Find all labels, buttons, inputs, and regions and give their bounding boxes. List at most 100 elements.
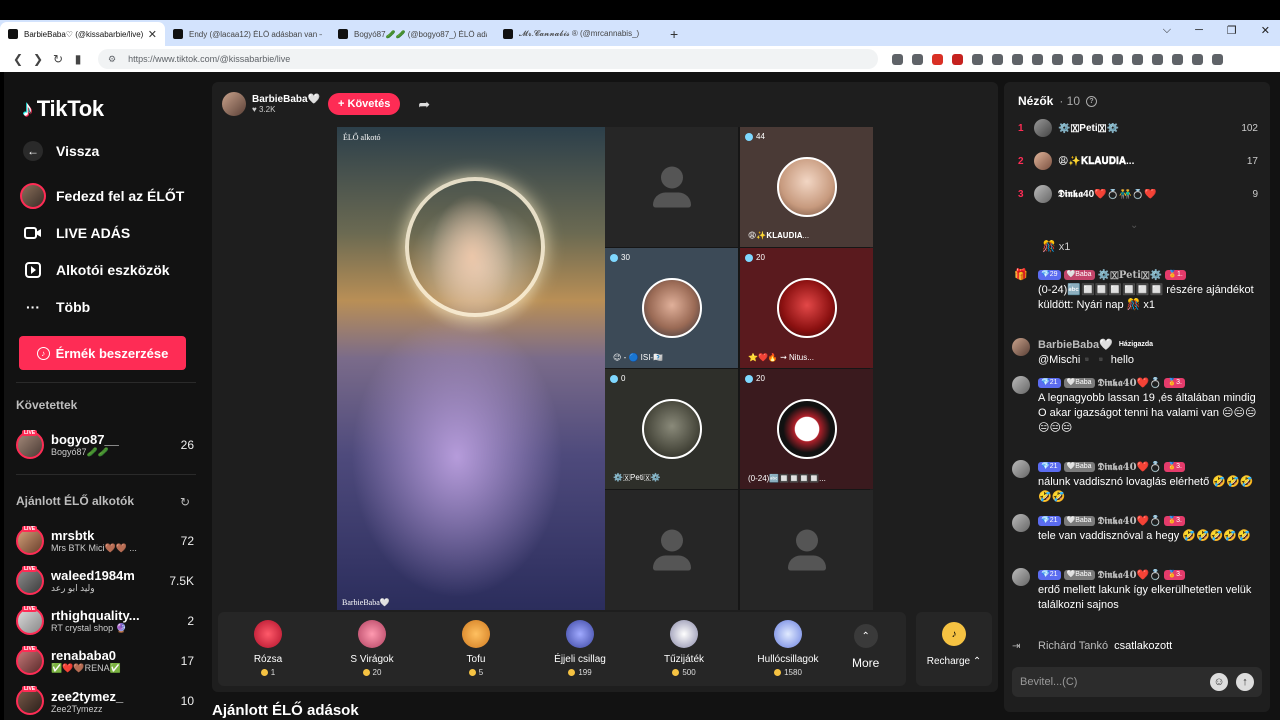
extension-icon[interactable] [1012,53,1023,65]
viewers-title: Nézők [1018,94,1054,108]
recommended-account[interactable]: LIVE waleed1984m وليد ابو رعد 7.5K [16,565,194,597]
extension-icon[interactable] [1172,53,1183,65]
top-viewer-row[interactable]: 2 😩✨𝐊𝐋𝐀𝐔𝐃𝐈𝐀... 17 [1018,151,1258,171]
gift-item[interactable]: Éjjeli csillag 199 [530,620,630,677]
recommended-account[interactable]: LIVE mrsbtk Mrs BTK Mici🤎🤎 ... 72 [16,525,194,557]
extension-icon[interactable] [932,53,943,65]
account-nickname: ✅❤️🤎RENA✅ [51,663,121,673]
gift-item[interactable]: Tofu 5 [426,620,526,677]
guest-score-badge: 20 [745,253,765,262]
extension-icon[interactable] [972,53,983,65]
gift-item[interactable]: Rózsa 1 [218,620,318,677]
refresh-icon[interactable]: ↻ [180,495,190,509]
chat-username[interactable]: 𝕯𝖎𝖓𝖐𝖆40❤️💍 [1098,378,1162,389]
browser-tab[interactable]: Endy (@lacaa12) ÉLŐ adásban van – [165,22,330,46]
back-button[interactable]: ← Vissza [20,138,99,164]
extension-icon[interactable] [1132,53,1143,65]
back-arrow-icon[interactable]: ❮ [8,52,28,66]
extension-icon[interactable] [1112,53,1123,65]
tab-close-icon[interactable]: ✕ [148,28,157,41]
chat-username[interactable]: ⚙️🇽Peti🇽⚙️ [1098,270,1163,281]
recharge-button[interactable]: ♪ Recharge ⌃ [916,612,992,686]
extension-icon[interactable] [1152,53,1163,65]
tiktok-coin-icon: ♪ [942,622,966,646]
guest-slot-empty[interactable] [605,490,738,610]
url-field[interactable]: ⚙ https://www.tiktok.com/@kissabarbie/li… [98,49,878,69]
help-icon[interactable]: ? [1086,95,1098,107]
tiktok-logo[interactable]: ♪ TikTok [22,96,104,122]
account-name: mrsbtk [51,528,95,543]
reload-icon[interactable]: ↻ [48,52,68,66]
chat-message[interactable]: 💎21 🤍Baba 𝕯𝖎𝖓𝖐𝖆40❤️💍 🏅3. nálunk vaddisznó l… [1012,460,1262,505]
nav-explore-live[interactable]: Fedezd fel az ÉLŐT [20,183,184,209]
bookmark-icon[interactable]: ▮ [68,52,88,66]
host-badge: Házigazda [1118,341,1154,349]
browser-tab[interactable]: Bogyó87🥒🥒 (@bogyo87_) ÉLŐ adá [330,22,495,46]
extension-icon[interactable] [992,53,1003,65]
extension-icon[interactable] [952,53,963,65]
guest-slot[interactable]: 20 ⭐❤️🔥 ⇝ Nitus... [740,248,873,368]
more-gifts-button[interactable]: ⌃ More [852,624,879,670]
site-info-icon[interactable]: ⚙ [108,54,116,65]
chat-message[interactable]: 💎21 🤍Baba 𝕯𝖎𝖓𝖐𝖆40❤️💍 🏅3. tele van vaddisznó… [1012,514,1262,544]
share-icon[interactable]: ➦ [418,96,430,113]
level-badge: 💎21 [1038,570,1061,581]
chat-username[interactable]: BarbieBaba🤍 [1038,339,1113,351]
get-coins-button[interactable]: ♪ Érmék beszerzése [19,336,186,370]
browser-menu-icon[interactable] [1212,53,1223,65]
chat-text: A legnagyobb lassan 19 ,és általában min… [1038,392,1257,434]
chat-username[interactable]: 𝕯𝖎𝖓𝖐𝖆40❤️💍 [1098,570,1162,581]
browser-tab-active[interactable]: BarbieBaba♡ (@kissabarbie/live) ✕ [0,22,165,46]
chat-message[interactable]: BarbieBaba🤍 Házigazda @Mischi▪️▪️ hello [1012,338,1262,368]
extension-icon[interactable] [1072,53,1083,65]
extension-icon[interactable] [1052,53,1063,65]
chat-message[interactable]: 💎21 🤍Baba 𝕯𝖎𝖓𝖐𝖆40❤️💍 🏅3. erdő mellett lakun… [1012,568,1262,613]
expand-chevron-icon[interactable]: ⌄ [1130,220,1138,231]
chat-username[interactable]: 𝕯𝖎𝖓𝖐𝖆40❤️💍 [1098,516,1162,527]
extension-icon[interactable] [1192,53,1203,65]
nav-creator-tools[interactable]: Alkotói eszközök [20,257,170,283]
guest-slot-empty[interactable] [740,490,873,610]
forward-arrow-icon[interactable]: ❯ [28,52,48,66]
top-viewer-row[interactable]: 3 𝕯𝖎𝖓𝖐𝖆40❤️💍👬💍❤️ 9 [1018,184,1258,204]
guest-slot[interactable]: 0 ⚙️🇽Peti🇽⚙️ [605,369,738,489]
extension-icon[interactable] [1032,53,1043,65]
host-avatar[interactable] [222,92,246,116]
chat-message[interactable]: 🎁 💎29 🤍Baba ⚙️🇽Peti🇽⚙️ 🏅1. (0-24)🔤🔲🔲🔲🔲🔲🔲 ré… [1012,268,1262,313]
chat-username[interactable]: 𝕯𝖎𝖓𝖐𝖆40❤️💍 [1098,462,1162,473]
chat-message[interactable]: 💎21 🤍Baba 𝕯𝖎𝖓𝖐𝖆40❤️💍 🏅3. A legnagyobb lassa… [1012,376,1262,436]
chat-input[interactable] [1020,676,1210,688]
gift-item[interactable]: S Virágok 20 [322,620,422,677]
minimize-icon[interactable]: ─ [1195,24,1203,37]
tab-search-icon[interactable]: ⌵ [1163,24,1171,37]
guest-slot[interactable]: 20 (0-24)🔤🔲🔲🔲🔲... [740,369,873,489]
top-viewer-row[interactable]: 1 ⚙️🇽Peti🇽⚙️ 102 [1018,118,1258,138]
browser-tab[interactable]: 𝓜𝓻.𝓒𝓪𝓷𝓷𝓪𝓫𝓲𝓼 ® (@mrcannabis_) [495,22,660,46]
emoji-icon[interactable]: ☺ [1210,673,1228,691]
recommended-account[interactable]: LIVE zee2tymez_ Zee2Tymezz 10 [16,685,194,717]
nav-live[interactable]: LIVE ADÁS [20,220,130,246]
extension-icon[interactable] [892,53,903,65]
follow-button[interactable]: + Követés [328,93,401,115]
gift-item[interactable]: Hullócsillagok 1580 [738,620,838,677]
account-name: waleed1984m [51,568,135,583]
account-nickname: Mrs BTK Mici🤎🤎 ... [51,543,137,553]
guest-slot-empty[interactable] [605,127,738,247]
host-name[interactable]: BarbieBaba🤍 [252,94,320,105]
window-close-icon[interactable]: ✕ [1261,24,1270,37]
new-tab-button[interactable]: + [660,26,688,46]
recommended-account[interactable]: LIVE rthighquality... RT crystal shop 🔮 … [16,605,194,637]
guest-slot[interactable]: 44 😩✨𝐊𝐋𝐀𝐔𝐃𝐈𝐀... [740,127,873,247]
video-stage[interactable]: ÉLŐ alkotó BarbieBaba🤍 44 😩✨𝐊𝐋𝐀𝐔𝐃𝐈𝐀... 3… [337,127,873,610]
restore-icon[interactable]: ❐ [1227,24,1237,37]
join-username[interactable]: Richárd Tankó [1038,640,1108,652]
extension-icon[interactable] [1092,53,1103,65]
nav-more[interactable]: ··· Több [20,294,90,320]
guest-slot[interactable]: 30 😉 - 🔵 ISI-🇽🇽 [605,248,738,368]
send-icon[interactable]: ↑ [1236,673,1254,691]
extension-icon[interactable] [912,53,923,65]
following-account[interactable]: LIVE bogyo87__ Bogyó87🥒🥒 26 [16,429,194,461]
host-video[interactable]: ÉLŐ alkotó BarbieBaba🤍 [337,127,605,610]
gift-item[interactable]: Tűzijáték 500 [634,620,734,677]
recommended-account[interactable]: LIVE renababa0 ✅❤️🤎RENA✅ 17 [16,645,194,677]
